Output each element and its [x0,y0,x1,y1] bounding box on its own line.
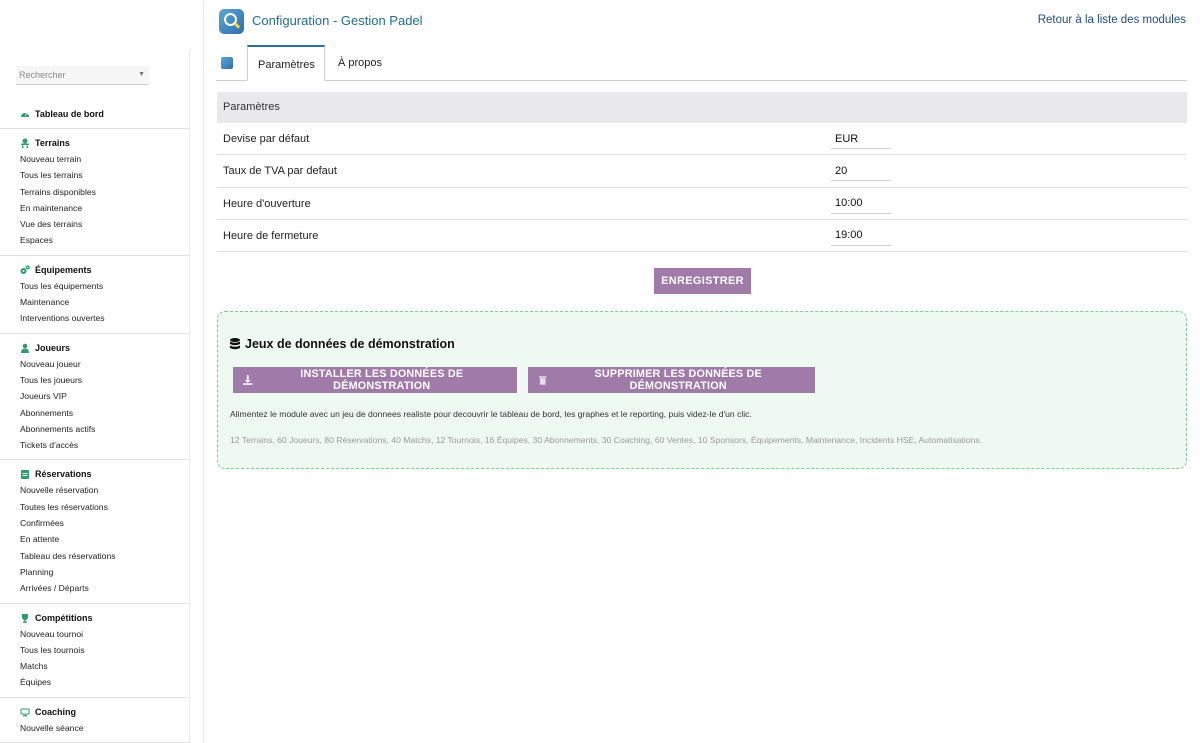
vat-rate-input[interactable] [831,161,891,182]
search-placeholder: Rechercher [19,70,66,80]
sidebar-item-planning[interactable]: Planning [0,564,190,580]
param-row: Heure de fermeture [217,220,1187,253]
delete-demo-label: SUPPRIMER LES DONNÉES DE DÉMONSTRATION [594,368,762,392]
page-title: Configuration - Gestion Padel [252,13,423,28]
app-logo-icon [219,9,244,34]
tab-a-propos[interactable]: À propos [328,45,392,81]
court-icon [20,138,30,148]
sidebar-item-matchs[interactable]: Matchs [0,658,190,674]
install-demo-button[interactable]: INSTALLER LES DONNÉES DE DÉMONSTRATION [233,367,517,393]
sidebar-item-nouveau-joueur[interactable]: Nouveau joueur [0,356,190,372]
sidebar-item-vue-des-terrains[interactable]: Vue des terrains [0,216,190,232]
tab-parametres[interactable]: Paramètres [247,45,325,81]
sidebar-section-label: Terrains [35,138,70,148]
closing-time-input[interactable] [831,225,891,246]
demo-data-panel: Jeux de données de démonstration INSTALL… [217,311,1187,469]
sidebar-item-nouveau-terrain[interactable]: Nouveau terrain [0,151,190,167]
sidebar-item-joueurs-vip[interactable]: Joueurs VIP [0,388,190,404]
sidebar-item-nouveau-tournoi[interactable]: Nouveau tournoi [0,626,190,642]
sidebar-search-select[interactable]: Rechercher ▼ [16,66,149,85]
delete-demo-button[interactable]: SUPPRIMER LES DONNÉES DE DÉMONSTRATION [528,367,815,393]
sidebar: Rechercher ▼ Tableau de bord Terrains Nouv… [0,0,204,743]
sidebar-menu: Tableau de bord Terrains Nouveau terrain To… [0,100,190,743]
sidebar-item-en-maintenance[interactable]: En maintenance [0,200,190,216]
trash-icon [538,376,547,385]
coaching-icon [20,707,30,717]
params-table: Paramètres Devise par défaut Taux de TVA… [217,92,1187,253]
param-row: Heure d'ouverture [217,188,1187,220]
sidebar-section-title[interactable]: Tableau de bord [0,106,190,122]
sidebar-item-en-attente[interactable]: En attente [0,531,190,547]
equipment-icon [20,265,30,275]
sidebar-section-competitions: Compétitions Nouveau tournoi Tous les tour… [0,604,190,698]
sidebar-section-label: Tableau de bord [35,109,104,119]
sidebar-item-maintenance[interactable]: Maintenance [0,294,190,310]
sidebar-section-equipements: Équipements Tous les équipements Maintenan… [0,256,190,334]
sidebar-item-tous-les-tournois[interactable]: Tous les tournois [0,642,190,658]
sidebar-item-tableau-des-reservations[interactable]: Tableau des réservations [0,548,190,564]
sidebar-section-title[interactable]: Réservations [0,466,190,482]
sidebar-section-label: Compétitions [35,612,93,623]
sidebar-section-label: Joueurs [35,342,71,353]
param-label-currency: Devise par défaut [223,133,310,145]
opening-time-input[interactable] [831,193,891,214]
save-button[interactable]: ENREGISTRER [654,268,751,294]
sidebar-item-tickets-d-acces[interactable]: Tickets d'accès [0,437,190,453]
module-icon[interactable] [221,57,233,69]
sidebar-item-abonnements-actifs[interactable]: Abonnements actifs [0,421,190,437]
download-icon [243,375,253,385]
sidebar-section-tableau-de-bord: Tableau de bord [0,100,190,129]
trophy-icon [20,613,30,623]
sidebar-item-terrains-disponibles[interactable]: Terrains disponibles [0,184,190,200]
param-row: Devise par défaut [217,123,1187,156]
sidebar-section-joueurs: Joueurs Nouveau joueur Tous les joueurs Jou… [0,334,190,461]
params-heading: Paramètres [217,92,1187,123]
sidebar-section-label: Coaching [35,706,77,717]
sidebar-section-label: Réservations [35,469,92,480]
param-label-vat: Taux de TVA par defaut [223,165,337,178]
sidebar-section-terrains: Terrains Nouveau terrain Tous les terrains… [0,129,190,256]
sidebar-item-toutes-les-reservations[interactable]: Toutes les réservations [0,499,190,515]
sidebar-section-coaching: Coaching Nouvelle séance [0,698,190,743]
sidebar-section-title[interactable]: Coaching [0,704,190,720]
sidebar-section-title[interactable]: Équipements [0,262,190,278]
chevron-down-icon: ▼ [138,71,145,78]
sidebar-item-nouvelle-reservation[interactable]: Nouvelle réservation [0,482,190,498]
sidebar-item-espaces[interactable]: Espaces [0,232,190,248]
demo-title: Jeux de données de démonstration [230,337,455,351]
sidebar-item-tous-les-joueurs[interactable]: Tous les joueurs [0,372,190,388]
tab-bar: Paramètres À propos [216,45,1187,81]
player-icon [20,343,30,353]
sidebar-item-equipes[interactable]: Équipes [0,674,190,690]
sidebar-item-abonnements[interactable]: Abonnements [0,405,190,421]
sidebar-section-reservations: Réservations Nouvelle réservation Toutes l… [0,460,190,604]
demo-title-text: Jeux de données de démonstration [245,337,455,351]
param-row: Taux de TVA par defaut [217,155,1187,188]
sidebar-item-tous-les-equipements[interactable]: Tous les équipements [0,278,190,294]
currency-input[interactable] [831,129,891,149]
calendar-icon [20,469,30,480]
sidebar-item-interventions-ouvertes[interactable]: Interventions ouvertes [0,310,190,326]
back-to-modules-link[interactable]: Retour à la liste des modules [1038,14,1186,26]
database-icon [230,338,240,350]
demo-description: Alimentez le module avec un jeu de donne… [230,409,752,419]
sidebar-item-tous-les-terrains[interactable]: Tous les terrains [0,167,190,183]
sidebar-section-title[interactable]: Terrains [0,135,190,151]
param-label-opening: Heure d'ouverture [223,197,311,210]
sidebar-item-nouvelle-seance[interactable]: Nouvelle séance [0,720,190,736]
sidebar-item-arrivees-departs[interactable]: Arrivées / Départs [0,580,190,596]
sidebar-section-title[interactable]: Joueurs [0,340,190,356]
sidebar-section-title[interactable]: Compétitions [0,610,190,626]
dashboard-icon [20,109,30,119]
param-label-closing: Heure de fermeture [223,229,319,242]
sidebar-section-label: Équipements [35,264,92,275]
sidebar-item-confirmees[interactable]: Confirmées [0,515,190,531]
demo-stats: 12 Terrains, 60 Joueurs, 80 Réservations… [230,435,983,445]
install-demo-label: INSTALLER LES DONNÉES DE DÉMONSTRATION [300,368,464,392]
